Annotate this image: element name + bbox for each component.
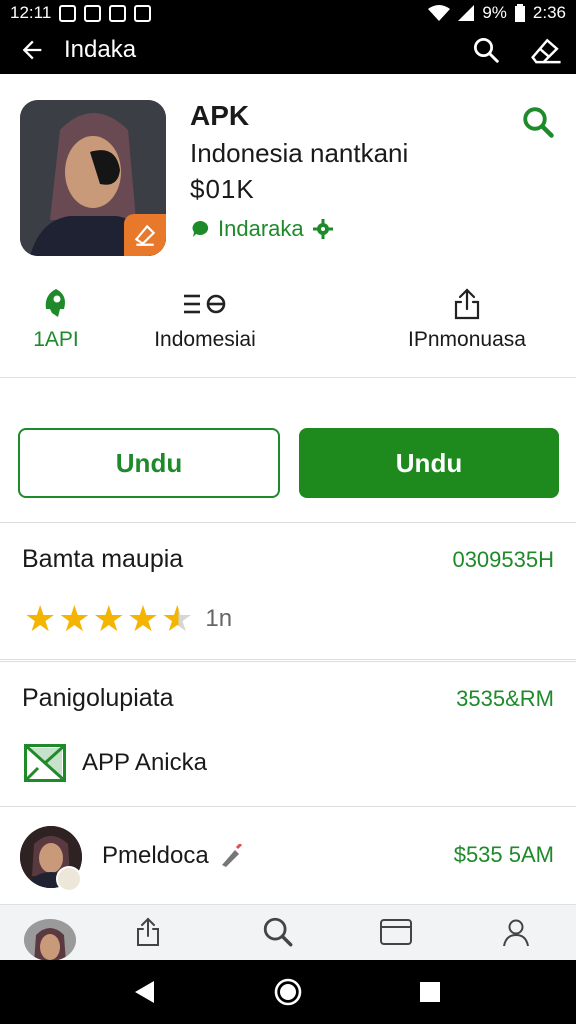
- developer-link[interactable]: Indaraka: [190, 216, 334, 242]
- info-label-api: 1API: [33, 328, 79, 351]
- rating-value: 0309535H: [452, 547, 554, 572]
- developer-row[interactable]: Pmeldoca $535 5AM: [0, 808, 576, 904]
- nav-account[interactable]: [476, 905, 556, 960]
- rating-card[interactable]: Bamta maupia 0309535H ★ ★ ★ ★ ★ 1n: [0, 522, 576, 660]
- avatar-badge-icon: [56, 866, 82, 892]
- notification-icon: [84, 4, 102, 22]
- card-icon: [380, 919, 412, 945]
- system-back-button[interactable]: [126, 974, 162, 1010]
- status-time-right: 2:36: [532, 3, 566, 22]
- app-header: APK Indonesia nantkani $01K Indaraka: [0, 74, 576, 274]
- category-title: Panigolupiata: [22, 684, 174, 712]
- download-button[interactable]: Undu: [299, 428, 559, 498]
- header-search-button[interactable]: [518, 102, 558, 142]
- info-row: 1API Indomesiai IPnmonuasa: [0, 284, 576, 378]
- nav-profile[interactable]: [10, 905, 90, 960]
- notification-icon: [134, 4, 152, 22]
- avatar: [24, 919, 76, 960]
- star-half-icon: ★: [161, 598, 194, 639]
- search-icon: [523, 107, 554, 138]
- app-subtitle: Indonesia nantkani: [190, 138, 409, 168]
- person-icon: [503, 919, 529, 947]
- page-title: Indaka: [64, 36, 137, 63]
- star-icon: ★: [58, 598, 91, 639]
- star-icon: ★: [92, 598, 125, 639]
- app-name: APK: [190, 100, 250, 131]
- battery-percent: 9%: [482, 3, 507, 22]
- battery-icon: [514, 4, 525, 22]
- info-label-language: Indomesiai: [154, 328, 256, 351]
- system-recents-button[interactable]: [412, 974, 448, 1010]
- arrow-left-icon: [22, 40, 42, 60]
- pen-icon: [221, 844, 242, 867]
- rating-stars: ★ ★ ★ ★ ★ 1n: [24, 601, 232, 637]
- rocket-icon: [45, 289, 65, 317]
- search-button[interactable]: [456, 26, 516, 74]
- share-icon: [137, 917, 159, 946]
- rating-count: 1n: [205, 605, 233, 632]
- category-icon: [24, 744, 66, 782]
- system-home-button[interactable]: [270, 974, 306, 1010]
- wifi-icon: [428, 5, 451, 21]
- nav-share[interactable]: [108, 905, 188, 960]
- app-size: $01K: [190, 174, 255, 204]
- app-bar: Indaka: [0, 26, 576, 74]
- verified-badge-icon: [312, 219, 333, 239]
- info-label-share: IPnmonuasa: [408, 328, 526, 351]
- developer-row-time: $535 5AM: [453, 842, 554, 867]
- chat-bubble-icon: [192, 220, 209, 237]
- home-icon: [274, 978, 302, 1006]
- search-icon: [263, 917, 293, 947]
- category-card[interactable]: Panigolupiata 3535&RM APP Anicka: [0, 661, 576, 807]
- developer-name: Indaraka: [218, 216, 304, 241]
- status-time-left: 12:11: [10, 3, 52, 22]
- back-button[interactable]: [0, 26, 64, 74]
- share-icon: [454, 288, 480, 320]
- edit-icon: [531, 38, 561, 64]
- system-nav-bar: [0, 960, 576, 1024]
- nav-card[interactable]: [356, 905, 436, 960]
- info-item-api[interactable]: 1API: [0, 284, 112, 378]
- notification-icon: [109, 4, 127, 22]
- info-item-share[interactable]: IPnmonuasa: [392, 284, 542, 378]
- download-outline-button[interactable]: Undu: [18, 428, 280, 498]
- app-badge-icon: [124, 214, 166, 256]
- rating-title: Bamta maupia: [22, 545, 184, 573]
- language-icon: [184, 294, 226, 314]
- star-icon: ★: [126, 598, 160, 639]
- signal-icon: [458, 5, 475, 21]
- back-icon: [135, 981, 154, 1003]
- app-icon: [20, 100, 166, 256]
- developer-row-name: Pmeldoca: [102, 842, 245, 870]
- notification-icon: [59, 4, 77, 22]
- star-icon: ★: [24, 598, 57, 639]
- nav-search[interactable]: [238, 905, 318, 960]
- search-icon: [474, 38, 499, 63]
- category-row: APP Anicka: [24, 744, 207, 782]
- bottom-nav: [0, 904, 576, 960]
- category-label: APP Anicka: [82, 749, 207, 776]
- info-item-language[interactable]: Indomesiai: [130, 284, 280, 378]
- recents-icon: [420, 982, 440, 1002]
- developer-row-label: Pmeldoca: [102, 842, 209, 869]
- edit-button[interactable]: [516, 26, 576, 74]
- status-bar: 12:11 9% 2:36: [0, 0, 576, 26]
- category-value: 3535&RM: [456, 686, 554, 711]
